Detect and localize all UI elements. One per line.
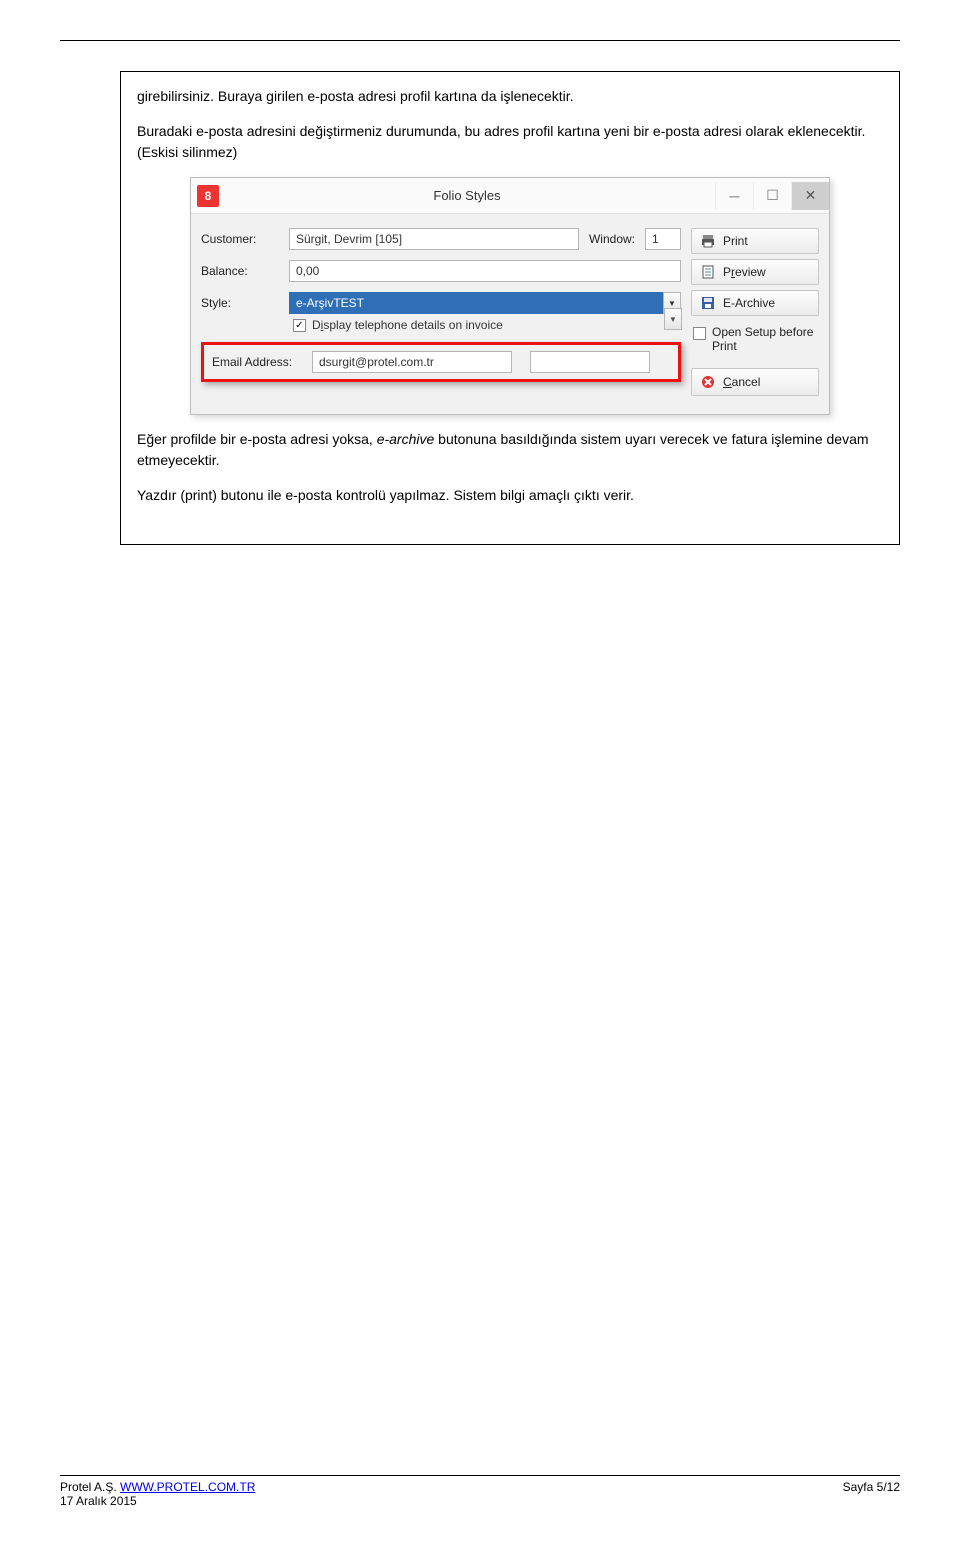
page-top-rule [60,40,900,41]
footer-page: Sayfa 5/12 [843,1480,900,1508]
close-button[interactable]: ✕ [791,182,829,210]
opensetup-checkbox-row: Open Setup before Print [691,321,819,358]
dialog-body: Customer: Sürgit, Devrim [105] Window: 1… [191,214,829,414]
dialog-titlebar: 8 Folio Styles ─ ☐ ✕ [191,178,829,214]
email-extra-input[interactable] [530,351,650,373]
side-button-column: Print Preview E-Archive [691,228,819,396]
document-icon [700,264,716,280]
print-button[interactable]: Print [691,228,819,254]
folio-styles-dialog: 8 Folio Styles ─ ☐ ✕ Customer: Sürgit, D… [190,177,830,415]
style-row: Style: e-ArşivTEST ▼ [201,292,681,314]
email-row: Email Address: dsurgit@protel.com.tr [212,351,670,373]
paragraph-2: Buradaki e-posta adresini değiştirmeniz … [137,121,883,163]
preview-button[interactable]: Preview [691,259,819,285]
balance-input[interactable]: 0,00 [289,260,681,282]
printer-icon [700,233,716,249]
telephone-checkbox-row: Display telephone details on invoice [293,318,681,332]
preview-button-label: Preview [723,265,766,279]
content-cell: girebilirsiniz. Buraya girilen e-posta a… [120,71,900,545]
email-highlight-box: Email Address: dsurgit@protel.com.tr [201,342,681,382]
opensetup-checkbox-label: Open Setup before Print [712,325,817,354]
paragraph-4: Yazdır (print) butonu ile e-posta kontro… [137,485,883,506]
customer-label: Customer: [201,232,279,246]
screenshot-dialog-wrap: 8 Folio Styles ─ ☐ ✕ Customer: Sürgit, D… [137,177,883,415]
style-combo[interactable]: e-ArşivTEST ▼ [289,292,681,314]
window-label: Window: [589,232,635,246]
form-column: Customer: Sürgit, Devrim [105] Window: 1… [201,228,681,396]
footer-left: Protel A.Ş. WWW.PROTEL.COM.TR 17 Aralık … [60,1480,255,1508]
style-value: e-ArşivTEST [296,296,364,310]
earchive-button[interactable]: E-Archive [691,290,819,316]
window-buttons: ─ ☐ ✕ [715,182,829,210]
earchive-button-label: E-Archive [723,296,775,310]
style-label: Style: [201,296,279,310]
paragraph-1: girebilirsiniz. Buraya girilen e-posta a… [137,86,883,107]
telephone-checkbox-label: Display telephone details on invoice [312,318,503,332]
footer-link[interactable]: WWW.PROTEL.COM.TR [120,1480,255,1494]
footer-date: 17 Aralık 2015 [60,1494,137,1508]
print-button-label: Print [723,234,748,248]
balance-label: Balance: [201,264,279,278]
footer-company: Protel A.Ş. [60,1480,120,1494]
dialog-title: Folio Styles [219,188,715,203]
balance-row: Balance: 0,00 [201,260,681,282]
cancel-button[interactable]: Cancel [691,368,819,396]
opensetup-checkbox[interactable] [693,327,706,340]
cancel-icon [700,374,716,390]
floppy-icon [700,295,716,311]
minimize-button[interactable]: ─ [715,182,753,210]
telephone-checkbox[interactable] [293,319,306,332]
customer-row: Customer: Sürgit, Devrim [105] Window: 1 [201,228,681,250]
paragraph-3a: Eğer profilde bir e-posta adresi yoksa, [137,431,377,447]
paragraph-3-italic: e-archive [377,431,435,447]
email-input[interactable]: dsurgit@protel.com.tr [312,351,512,373]
app-icon: 8 [197,185,219,207]
customer-input[interactable]: Sürgit, Devrim [105] [289,228,579,250]
window-input[interactable]: 1 [645,228,681,250]
cancel-button-label: Cancel [723,375,760,389]
side-chevron-down-icon[interactable]: ▼ [664,308,682,330]
paragraph-3: Eğer profilde bir e-posta adresi yoksa, … [137,429,883,471]
email-label: Email Address: [212,355,302,369]
page-footer: Protel A.Ş. WWW.PROTEL.COM.TR 17 Aralık … [60,1475,900,1508]
maximize-button[interactable]: ☐ [753,182,791,210]
